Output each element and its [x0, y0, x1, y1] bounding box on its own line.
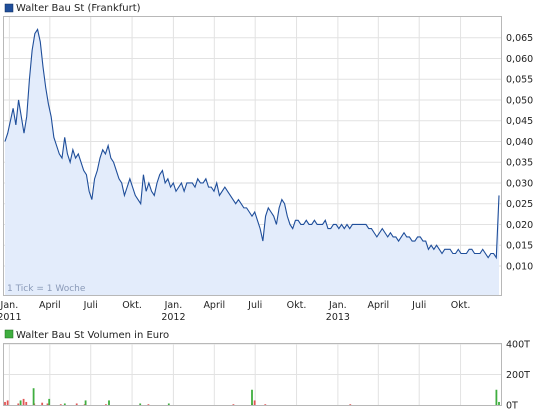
volume-chart-title: Walter Bau St Volumen in Euro: [16, 330, 169, 341]
tick-note: 1 Tick = 1 Woche: [7, 284, 86, 294]
volume-bar: [264, 404, 267, 405]
x-tick-year: 2011: [0, 312, 21, 323]
volume-bar: [498, 401, 500, 405]
price-y-tick-label: 0,050: [506, 95, 533, 106]
volume-bar: [22, 398, 25, 405]
volume-y-tick-label: 0T: [506, 401, 518, 412]
price-y-tick-label: 0,060: [506, 54, 533, 65]
volume-y-tick-label: 400T: [506, 340, 530, 351]
x-tick-label: Okt.: [287, 300, 307, 311]
x-tick-year: 2013: [326, 312, 350, 323]
price-y-tick-label: 0,035: [506, 158, 533, 169]
volume-bar: [4, 401, 6, 405]
x-tick-label: Juli: [411, 300, 426, 311]
price-chart-title: Walter Bau St (Frankfurt): [16, 3, 141, 14]
volume-y-tick-label: 200T: [506, 370, 530, 381]
volume-bar: [253, 400, 256, 405]
x-tick-label: April: [203, 300, 225, 311]
x-tick-label: Jan.: [328, 300, 347, 311]
x-tick-label: Okt.: [122, 300, 142, 311]
x-tick-label: Juli: [247, 300, 262, 311]
volume-bar: [105, 404, 107, 405]
volume-bar: [349, 404, 352, 405]
x-tick-label: April: [367, 300, 389, 311]
x-tick-label: Jan.: [164, 300, 183, 311]
price-y-tick-label: 0,010: [506, 261, 533, 272]
volume-bar: [167, 403, 170, 405]
volume-bar: [59, 404, 62, 405]
chart-svg: Walter Bau St (Frankfurt) 1 Tick = 1 Woc…: [0, 0, 545, 413]
chart-container: Walter Bau St (Frankfurt) 1 Tick = 1 Woc…: [0, 0, 545, 413]
volume-bar: [41, 402, 44, 405]
volume-bar: [251, 389, 253, 405]
price-legend-swatch: [4, 3, 14, 13]
volume-bar: [108, 400, 110, 405]
x-tick-year: 2012: [161, 312, 185, 323]
price-y-tick-label: 0,015: [506, 241, 533, 252]
volume-bar: [48, 398, 51, 405]
price-y-tick-label: 0,020: [506, 220, 533, 231]
volume-bar: [32, 388, 35, 405]
x-tick-label: Juli: [83, 300, 98, 311]
volume-bar: [495, 389, 498, 405]
price-y-tick-label: 0,025: [506, 199, 533, 210]
volume-bar: [25, 401, 28, 405]
price-y-tick-label: 0,030: [506, 178, 533, 189]
volume-bar: [139, 403, 142, 405]
volume-bar: [75, 403, 78, 405]
volume-legend-swatch: [4, 329, 14, 339]
x-tick-label: Okt.: [451, 300, 471, 311]
volume-bar: [6, 400, 9, 405]
price-y-tick-label: 0,055: [506, 75, 533, 86]
volume-bar: [63, 403, 66, 405]
volume-bar: [19, 400, 22, 405]
x-tick-label: April: [39, 300, 61, 311]
x-tick-label: Jan.: [0, 300, 18, 311]
volume-bar: [147, 404, 150, 405]
volume-bar: [46, 403, 49, 405]
price-y-tick-label: 0,045: [506, 116, 533, 127]
volume-bar: [232, 404, 235, 405]
volume-bar: [84, 400, 87, 405]
volume-bar: [17, 403, 20, 405]
price-y-tick-label: 0,040: [506, 137, 533, 148]
price-y-tick-label: 0,065: [506, 33, 533, 44]
